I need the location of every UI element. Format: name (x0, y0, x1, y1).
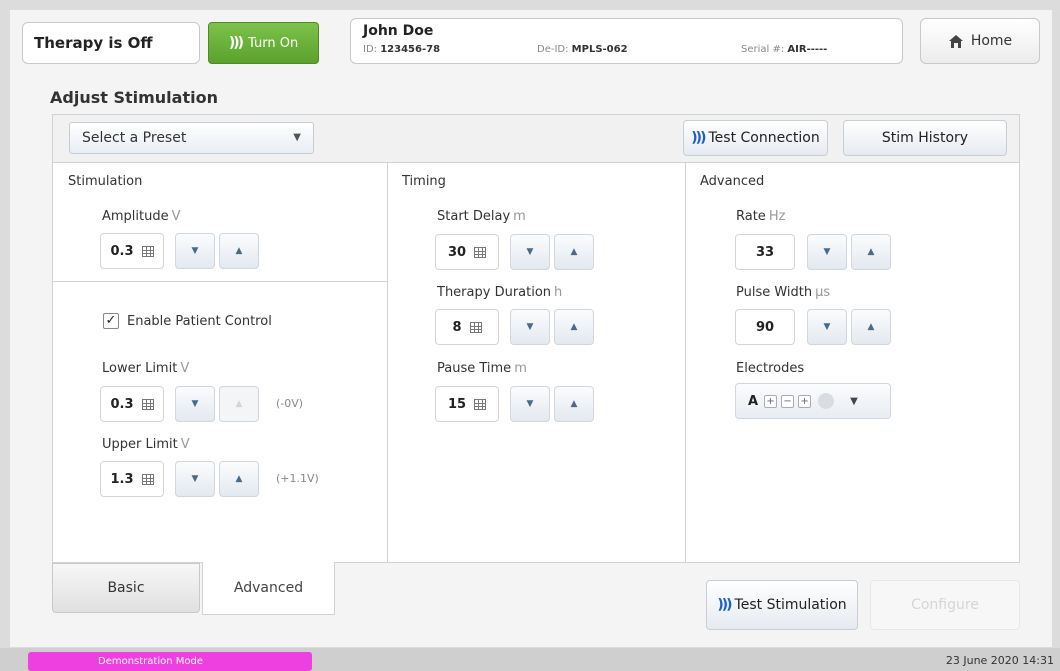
electrodes-label: Electrodes (736, 361, 805, 376)
keypad-icon[interactable] (469, 321, 482, 333)
rate-decrease-button[interactable]: ▼ (807, 234, 847, 270)
electrodes-select[interactable]: A + − + ▼ (735, 383, 891, 419)
stim-history-label: Stim History (881, 130, 969, 146)
signal-icon: ))) (228, 35, 244, 51)
upper-limit-decrease-button[interactable]: ▼ (175, 461, 215, 497)
home-label: Home (970, 33, 1013, 49)
checkmark-icon: ✓ (103, 313, 119, 329)
timing-section-title: Timing (402, 174, 446, 189)
pause-time-label: Pause Time m (437, 361, 527, 376)
pause-time-input[interactable]: 15 (435, 386, 499, 422)
amplitude-label: Amplitude V (102, 209, 181, 224)
serial-number: Serial #: AIR----- (741, 44, 828, 55)
lower-limit-hint: (-0V) (276, 397, 304, 410)
start-delay-input[interactable]: 30 (435, 234, 499, 270)
configure-button: Configure (870, 580, 1020, 630)
pause-time-decrease-button[interactable]: ▼ (510, 386, 550, 422)
stim-history-button[interactable]: Stim History (843, 120, 1007, 156)
tab-basic-label: Basic (107, 580, 145, 596)
pause-time-increase-button[interactable]: ▲ (554, 386, 594, 422)
electrode-config-value: A (748, 393, 759, 409)
pulse-width-input[interactable]: 90 (735, 309, 795, 345)
lower-limit-input[interactable]: 0.3 (100, 386, 164, 422)
keypad-icon[interactable] (474, 398, 487, 410)
lower-limit-decrease-button[interactable]: ▼ (175, 386, 215, 422)
lower-limit-increase-button: ▲ (219, 386, 259, 422)
electrode-dot-icon[interactable] (818, 393, 835, 409)
datetime: 23 June 2020 14:31 (945, 654, 1054, 667)
chevron-down-icon: ▼ (850, 395, 858, 407)
patient-id: ID: 123456-78 (363, 44, 441, 55)
amplitude-increase-button[interactable]: ▲ (219, 233, 259, 269)
therapy-status-text: Therapy is Off (34, 34, 153, 52)
upper-limit-input[interactable]: 1.3 (100, 461, 164, 497)
upper-limit-increase-button[interactable]: ▲ (219, 461, 259, 497)
preset-select-label: Select a Preset (82, 130, 187, 146)
therapy-status: Therapy is Off (22, 22, 200, 64)
signal-icon: ))) (691, 130, 706, 146)
amplitude-decrease-button[interactable]: ▼ (175, 233, 215, 269)
chevron-down-icon: ▼ (293, 132, 301, 143)
enable-patient-control-label: Enable Patient Control (127, 313, 272, 329)
demonstration-mode-badge: Demonstration Mode (28, 652, 312, 671)
test-stimulation-label: Test Stimulation (734, 597, 847, 613)
configure-label: Configure (911, 597, 979, 613)
keypad-icon[interactable] (141, 245, 154, 257)
stimulation-panel: Select a Preset ▼ ))) Test Connection St… (52, 114, 1020, 563)
rate-input[interactable]: 33 (735, 234, 795, 270)
electrode-minus-icon[interactable]: − (781, 394, 795, 408)
tab-advanced-label: Advanced (233, 580, 304, 596)
start-delay-label: Start Delay m (437, 209, 526, 224)
therapy-duration-label: Therapy Duration h (437, 285, 563, 300)
preset-select[interactable]: Select a Preset ▼ (69, 122, 314, 154)
pulse-width-increase-button[interactable]: ▲ (851, 309, 891, 345)
therapy-duration-decrease-button[interactable]: ▼ (510, 309, 550, 345)
keypad-icon[interactable] (474, 246, 487, 258)
enable-patient-control-checkbox[interactable]: ✓ Enable Patient Control (103, 313, 272, 329)
upper-limit-label: Upper Limit V (102, 437, 190, 452)
electrode-plus-icon[interactable]: + (798, 394, 812, 408)
test-stimulation-button[interactable]: ))) Test Stimulation (706, 580, 858, 630)
tab-basic[interactable]: Basic (52, 563, 200, 613)
amplitude-input[interactable]: 0.3 (100, 233, 164, 269)
upper-limit-hint: (+1.1V) (276, 472, 319, 485)
therapy-duration-increase-button[interactable]: ▲ (554, 309, 594, 345)
rate-label: Rate Hz (736, 209, 786, 224)
column-divider (685, 163, 686, 563)
patient-name: John Doe (363, 23, 434, 39)
patient-deid: De-ID: MPLS-062 (537, 44, 628, 55)
patient-info: John Doe ID: 123456-78 De-ID: MPLS-062 S… (350, 18, 903, 64)
panel-toolbar: Select a Preset ▼ ))) Test Connection St… (53, 115, 1019, 163)
turn-on-label: Turn On (248, 35, 299, 51)
start-delay-increase-button[interactable]: ▲ (554, 234, 594, 270)
keypad-icon[interactable] (141, 398, 154, 410)
home-icon (948, 34, 963, 48)
electrode-plus-icon[interactable]: + (764, 394, 778, 408)
start-delay-decrease-button[interactable]: ▼ (510, 234, 550, 270)
pulse-width-label: Pulse Width µs (736, 285, 831, 300)
demonstration-mode-text: Demonstration Mode (98, 656, 203, 667)
signal-icon: ))) (717, 597, 732, 613)
keypad-icon[interactable] (141, 473, 154, 485)
rate-increase-button[interactable]: ▲ (851, 234, 891, 270)
lower-limit-label: Lower Limit V (102, 361, 190, 376)
turn-on-button[interactable]: ))) Turn On (208, 22, 319, 64)
advanced-section-title: Advanced (700, 174, 765, 189)
stimulation-section-title: Stimulation (68, 174, 143, 189)
section-divider (53, 281, 387, 282)
column-divider (387, 163, 388, 563)
home-button[interactable]: Home (920, 18, 1040, 64)
page-title: Adjust Stimulation (50, 88, 218, 107)
therapy-duration-input[interactable]: 8 (435, 309, 499, 345)
test-connection-button[interactable]: ))) Test Connection (683, 120, 828, 156)
pulse-width-decrease-button[interactable]: ▼ (807, 309, 847, 345)
test-connection-label: Test Connection (708, 130, 820, 146)
tab-advanced[interactable]: Advanced (202, 562, 335, 615)
